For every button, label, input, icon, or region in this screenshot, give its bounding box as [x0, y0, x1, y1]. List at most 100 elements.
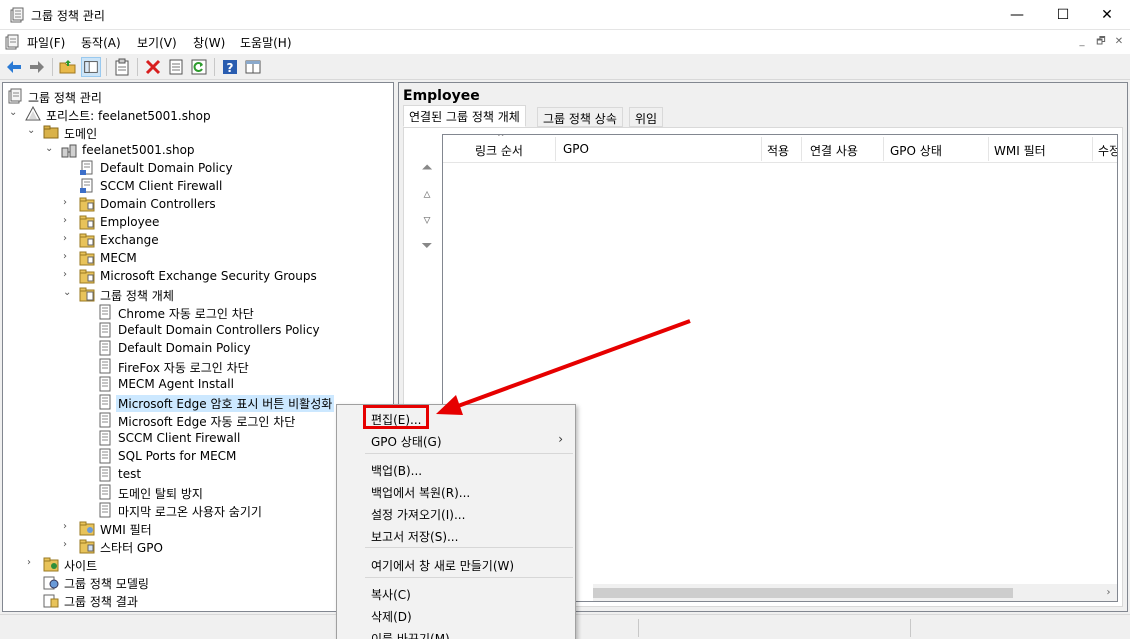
up-folder-icon[interactable]	[58, 57, 78, 77]
ctx-save-report[interactable]: 보고서 저장(S)...	[339, 524, 573, 546]
back-icon[interactable]	[4, 57, 24, 77]
ctx-restore[interactable]: 백업에서 복원(R)...	[339, 480, 573, 502]
expand-chevron-icon[interactable]: ›	[63, 521, 73, 535]
menu-item-label: 백업(B)...	[371, 464, 423, 478]
move-top-icon[interactable]: ⏶	[416, 160, 438, 176]
mdi-minimize-button[interactable]: _	[1074, 34, 1090, 50]
tree-ou[interactable]: › Employee	[3, 213, 393, 231]
tree-gpo[interactable]: Default Domain Policy	[3, 339, 393, 357]
expand-chevron-icon[interactable]: ›	[27, 557, 37, 571]
tree-gpo[interactable]: test	[3, 465, 393, 483]
collapse-chevron-icon[interactable]: ⌄	[9, 107, 19, 121]
tree-root[interactable]: 그룹 정책 관리	[3, 87, 393, 105]
show-action-pane-icon[interactable]	[243, 57, 263, 77]
tab-delegation[interactable]: 위임	[629, 107, 664, 127]
tab-linked-gpos[interactable]: 연결된 그룹 정책 개체	[403, 105, 526, 127]
delete-icon[interactable]	[143, 57, 163, 77]
tree-gpo[interactable]: SQL Ports for MECM	[3, 447, 393, 465]
ou-icon	[79, 269, 95, 284]
scroll-right-icon[interactable]: ›	[1100, 584, 1117, 601]
expand-chevron-icon[interactable]: ›	[63, 539, 73, 553]
sort-asc-icon: ^	[497, 134, 505, 143]
refresh-icon[interactable]	[189, 57, 209, 77]
collapse-chevron-icon[interactable]: ⌄	[63, 287, 73, 301]
wmi-icon	[79, 521, 95, 536]
tree-gpo[interactable]: Chrome 자동 로그인 차단	[3, 303, 393, 321]
expand-chevron-icon[interactable]: ›	[63, 233, 73, 247]
tree-ou[interactable]: › Microsoft Exchange Security Groups	[3, 267, 393, 285]
tab-gpo-inheritance[interactable]: 그룹 정책 상속	[537, 107, 623, 127]
tree-forest[interactable]: ⌄ 포리스트: feelanet5001.shop	[3, 105, 393, 123]
list-header: 링크 순서 ^ GPO 적용 연결 사용 GPO 상태 WMI 필터 수정	[443, 134, 1117, 163]
ctx-import-settings[interactable]: 설정 가져오기(I)...	[339, 502, 573, 524]
forward-icon[interactable]	[27, 57, 47, 77]
tree-gpo-link[interactable]: Default Domain Policy	[3, 159, 393, 177]
menu-view[interactable]: 보기(V)	[137, 34, 177, 51]
tree-gpo[interactable]: Microsoft Edge 암호 표시 버튼 비활성화	[3, 393, 393, 412]
mdi-restore-button[interactable]: 🗗	[1093, 34, 1109, 50]
ctx-rename[interactable]: 이름 바꾸기(M)	[339, 626, 573, 639]
scroll-thumb[interactable]	[593, 588, 1013, 598]
ctx-gpo-status[interactable]: GPO 상태(G) ›	[339, 429, 573, 451]
col-link-enabled[interactable]: 연결 사용	[810, 142, 858, 159]
col-modified[interactable]: 수정	[1098, 142, 1117, 159]
tree-item-label: SCCM Client Firewall	[100, 179, 223, 193]
expand-chevron-icon[interactable]: ›	[63, 197, 73, 211]
ctx-new-window[interactable]: 여기에서 창 새로 만들기(W)	[339, 553, 573, 575]
move-down-icon[interactable]: ▿	[416, 212, 438, 228]
ctx-delete[interactable]: 삭제(D)	[339, 604, 573, 626]
tree-gpo-container[interactable]: ⌄ 그룹 정책 개체	[3, 285, 393, 303]
tree-gpo[interactable]: SCCM Client Firewall	[3, 429, 393, 447]
tree-gpo[interactable]: MECM Agent Install	[3, 375, 393, 393]
tree-ou[interactable]: › Exchange	[3, 231, 393, 249]
ctx-copy[interactable]: 복사(C)	[339, 582, 573, 604]
minimize-button[interactable]: —	[994, 0, 1040, 30]
horizontal-scrollbar[interactable]: ›	[593, 584, 1117, 601]
menu-action[interactable]: 동작(A)	[81, 34, 121, 51]
show-hide-console-tree-icon[interactable]	[81, 57, 101, 77]
col-wmi-filter[interactable]: WMI 필터	[994, 142, 1046, 159]
menu-help[interactable]: 도움말(H)	[240, 34, 292, 51]
help-icon[interactable]: ?	[220, 57, 240, 77]
ou-icon	[79, 233, 95, 248]
tree-gpo-link[interactable]: SCCM Client Firewall	[3, 177, 393, 195]
menu-window[interactable]: 창(W)	[193, 34, 225, 51]
tree-domain[interactable]: ⌄ feelanet5001.shop	[3, 141, 393, 159]
tree-modeling[interactable]: 그룹 정책 모델링	[3, 573, 393, 591]
tree-gpo[interactable]: FireFox 자동 로그인 차단	[3, 357, 393, 375]
expand-chevron-icon[interactable]: ›	[63, 269, 73, 283]
tree-gpo[interactable]: Default Domain Controllers Policy	[3, 321, 393, 339]
tree-item-label: Microsoft Edge 자동 로그인 차단	[118, 415, 296, 429]
tree-results[interactable]: 그룹 정책 결과	[3, 591, 393, 609]
clipboard-icon[interactable]	[112, 57, 132, 77]
move-up-icon[interactable]: ▵	[416, 186, 438, 202]
tree-gpo[interactable]: 마지막 로그온 사용자 숨기기	[3, 501, 393, 519]
gpolink-icon	[80, 178, 93, 193]
tree-sites[interactable]: › 사이트	[3, 555, 393, 573]
maximize-button[interactable]: ☐	[1040, 0, 1086, 30]
tree-gpo[interactable]: 도메인 탈퇴 방지	[3, 483, 393, 501]
expand-chevron-icon[interactable]: ›	[63, 215, 73, 229]
tree-ou[interactable]: › MECM	[3, 249, 393, 267]
properties-icon[interactable]	[166, 57, 186, 77]
expand-chevron-icon[interactable]: ›	[63, 251, 73, 265]
close-button[interactable]: ✕	[1084, 0, 1130, 30]
tree-item-label: Default Domain Controllers Policy	[118, 323, 320, 337]
col-enforced[interactable]: 적용	[767, 142, 789, 159]
tree-starter-gpos[interactable]: › 스타터 GPO	[3, 537, 393, 555]
move-bottom-icon[interactable]: ⏷	[416, 238, 438, 254]
menu-file[interactable]: 파일(F)	[27, 34, 65, 51]
tree-ou[interactable]: › Domain Controllers	[3, 195, 393, 213]
collapse-chevron-icon[interactable]: ⌄	[27, 125, 37, 139]
mdi-close-button[interactable]: ✕	[1111, 34, 1127, 50]
col-gpo-status[interactable]: GPO 상태	[890, 142, 942, 159]
tree-wmi-filters[interactable]: › WMI 필터	[3, 519, 393, 537]
gpolink-icon	[80, 160, 93, 175]
col-link-order[interactable]: 링크 순서	[475, 142, 523, 159]
ctx-backup[interactable]: 백업(B)...	[339, 458, 573, 480]
collapse-chevron-icon[interactable]: ⌄	[45, 143, 55, 157]
col-gpo[interactable]: GPO	[563, 142, 589, 156]
tree-gpo[interactable]: Microsoft Edge 자동 로그인 차단	[3, 411, 393, 429]
container-title: Employee	[403, 88, 480, 104]
tree-domains[interactable]: ⌄ 도메인	[3, 123, 393, 141]
